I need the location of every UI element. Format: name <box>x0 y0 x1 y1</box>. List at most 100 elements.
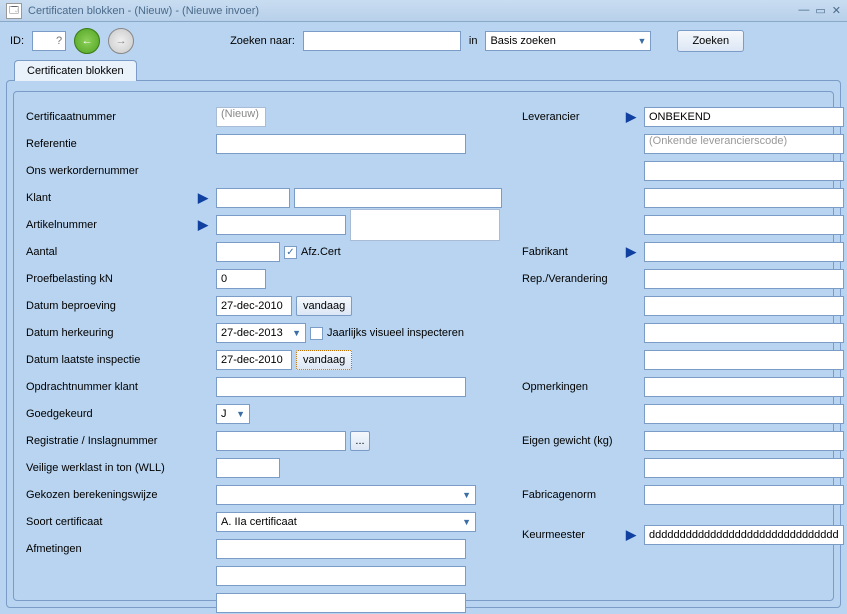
maximize-icon[interactable]: ▭ <box>815 4 825 17</box>
nav-forward-button[interactable]: → <box>108 28 134 54</box>
id-label: ID: <box>10 35 24 47</box>
wll-field[interactable] <box>216 458 280 478</box>
berekeningswijze-combo[interactable]: ▼ <box>216 485 476 505</box>
fabricagenorm-field[interactable] <box>644 485 844 505</box>
rep-field-3[interactable] <box>644 323 844 343</box>
leverancier-field[interactable] <box>644 107 844 127</box>
chevron-down-icon: ▼ <box>292 328 301 338</box>
label-klant: Klant <box>26 192 194 204</box>
minimize-icon[interactable]: — <box>798 4 809 17</box>
label-keurmeester: Keurmeester <box>522 529 622 541</box>
label-datum-herkeuring: Datum herkeuring <box>26 327 194 339</box>
label-proefbelasting: Proefbelasting kN <box>26 273 194 285</box>
afmetingen-field-1[interactable] <box>216 539 466 559</box>
artikelnummer-field[interactable] <box>216 215 346 235</box>
keurmeester-lookup-icon[interactable] <box>626 527 640 543</box>
fabrikant-lookup-icon[interactable] <box>626 244 640 260</box>
nav-back-button[interactable]: ← <box>74 28 100 54</box>
eigen-gewicht-field-2[interactable] <box>644 458 844 478</box>
chevron-down-icon: ▼ <box>462 517 471 527</box>
leverancier-extra-3[interactable] <box>644 215 844 235</box>
registratie-field[interactable] <box>216 431 346 451</box>
registratie-lookup-button[interactable]: ... <box>350 431 370 451</box>
chevron-down-icon: ▼ <box>638 36 647 46</box>
arrow-right-icon: → <box>116 35 127 47</box>
klant-lookup-icon[interactable] <box>198 190 212 206</box>
label-goedgekeurd: Goedgekeurd <box>26 408 194 420</box>
artikel-desc-field <box>350 209 500 241</box>
leverancier-extra-2[interactable] <box>644 188 844 208</box>
opmerkingen-field[interactable] <box>644 377 844 397</box>
afz-cert-label: Afz.Cert <box>301 246 341 258</box>
label-soort: Soort certificaat <box>26 516 194 528</box>
panel: Certificaatnummer (Nieuw) Referentie Ons… <box>6 80 841 608</box>
label-wll: Veilige werklast in ton (WLL) <box>26 462 194 474</box>
soort-combo[interactable]: A. IIa certificaat ▼ <box>216 512 476 532</box>
afz-cert-checkbox[interactable]: ✓ <box>284 246 297 259</box>
label-leverancier: Leverancier <box>522 111 622 123</box>
opmerkingen-field-2[interactable] <box>644 404 844 424</box>
goedgekeurd-combo[interactable]: J ▼ <box>216 404 250 424</box>
vandaag-button-1[interactable]: vandaag <box>296 296 352 316</box>
panel-inner: Certificaatnummer (Nieuw) Referentie Ons… <box>13 91 834 601</box>
titlebar: 🗔 Certificaten blokken - (Nieuw) - (Nieu… <box>0 0 847 22</box>
toolbar: ID: ← → Zoeken naar: in Basis zoeken ▼ Z… <box>0 22 847 60</box>
opdrachtnummer-field[interactable] <box>216 377 466 397</box>
klant-naam-field[interactable] <box>294 188 502 208</box>
tab-area: Certificaten blokken Certificaatnummer (… <box>6 60 841 608</box>
chevron-down-icon: ▼ <box>462 490 471 500</box>
arrow-left-icon: ← <box>82 35 93 47</box>
label-fabrikant: Fabrikant <box>522 246 622 258</box>
label-datum-beproeving: Datum beproeving <box>26 300 194 312</box>
label-berekeningswijze: Gekozen berekeningswijze <box>26 489 194 501</box>
klant-code-field[interactable] <box>216 188 290 208</box>
jaarlijks-checkbox[interactable] <box>310 327 323 340</box>
afmetingen-field-2[interactable] <box>216 566 466 586</box>
vandaag-button-2[interactable]: vandaag <box>296 350 352 370</box>
rep-field[interactable] <box>644 269 844 289</box>
label-certificaatnummer: Certificaatnummer <box>26 111 194 123</box>
search-scope-combo[interactable]: Basis zoeken ▼ <box>485 31 651 51</box>
chevron-down-icon: ▼ <box>236 409 245 419</box>
proefbelasting-field[interactable] <box>216 269 266 289</box>
window-controls: — ▭ ✕ <box>798 4 841 17</box>
rep-field-4[interactable] <box>644 350 844 370</box>
datum-inspectie-field[interactable] <box>216 350 292 370</box>
label-werkordernummer: Ons werkordernummer <box>26 165 194 177</box>
aantal-field[interactable] <box>216 242 280 262</box>
jaarlijks-label: Jaarlijks visueel inspecteren <box>327 327 464 339</box>
label-afmetingen: Afmetingen <box>26 543 194 555</box>
tab-strip: Certificaten blokken <box>6 60 841 81</box>
app-icon: 🗔 <box>6 3 22 19</box>
in-label: in <box>469 35 478 47</box>
left-column: Certificaatnummer (Nieuw) Referentie Ons… <box>26 106 502 586</box>
certificaatnummer-field: (Nieuw) <box>216 107 266 127</box>
close-icon[interactable]: ✕ <box>832 4 841 17</box>
label-artikelnummer: Artikelnummer <box>26 219 194 231</box>
search-input[interactable] <box>303 31 461 51</box>
search-scope-value: Basis zoeken <box>490 35 555 47</box>
leverancier-extra-1[interactable] <box>644 161 844 181</box>
label-rep: Rep./Verandering <box>522 273 622 285</box>
search-button[interactable]: Zoeken <box>677 30 744 52</box>
referentie-field[interactable] <box>216 134 466 154</box>
label-aantal: Aantal <box>26 246 194 258</box>
leverancier-lookup-icon[interactable] <box>626 109 640 125</box>
label-fabricagenorm: Fabricagenorm <box>522 489 622 501</box>
label-opmerkingen: Opmerkingen <box>522 381 622 393</box>
tab-certificaten-blokken[interactable]: Certificaten blokken <box>14 60 137 81</box>
artikel-lookup-icon[interactable] <box>198 217 212 233</box>
search-label: Zoeken naar: <box>230 35 295 47</box>
fabrikant-field[interactable] <box>644 242 844 262</box>
afmetingen-field-3[interactable] <box>216 593 466 613</box>
id-field[interactable] <box>32 31 66 51</box>
leverancier-code-field[interactable]: (Onkende leverancierscode) <box>644 134 844 154</box>
label-eigen-gewicht: Eigen gewicht (kg) <box>522 435 622 447</box>
datum-herkeuring-combo[interactable]: 27-dec-2013 ▼ <box>216 323 306 343</box>
rep-field-2[interactable] <box>644 296 844 316</box>
right-column: Leverancier (Onkende leverancierscode) <box>522 106 844 586</box>
keurmeester-field[interactable] <box>644 525 844 545</box>
datum-beproeving-field[interactable] <box>216 296 292 316</box>
label-referentie: Referentie <box>26 138 194 150</box>
eigen-gewicht-field[interactable] <box>644 431 844 451</box>
